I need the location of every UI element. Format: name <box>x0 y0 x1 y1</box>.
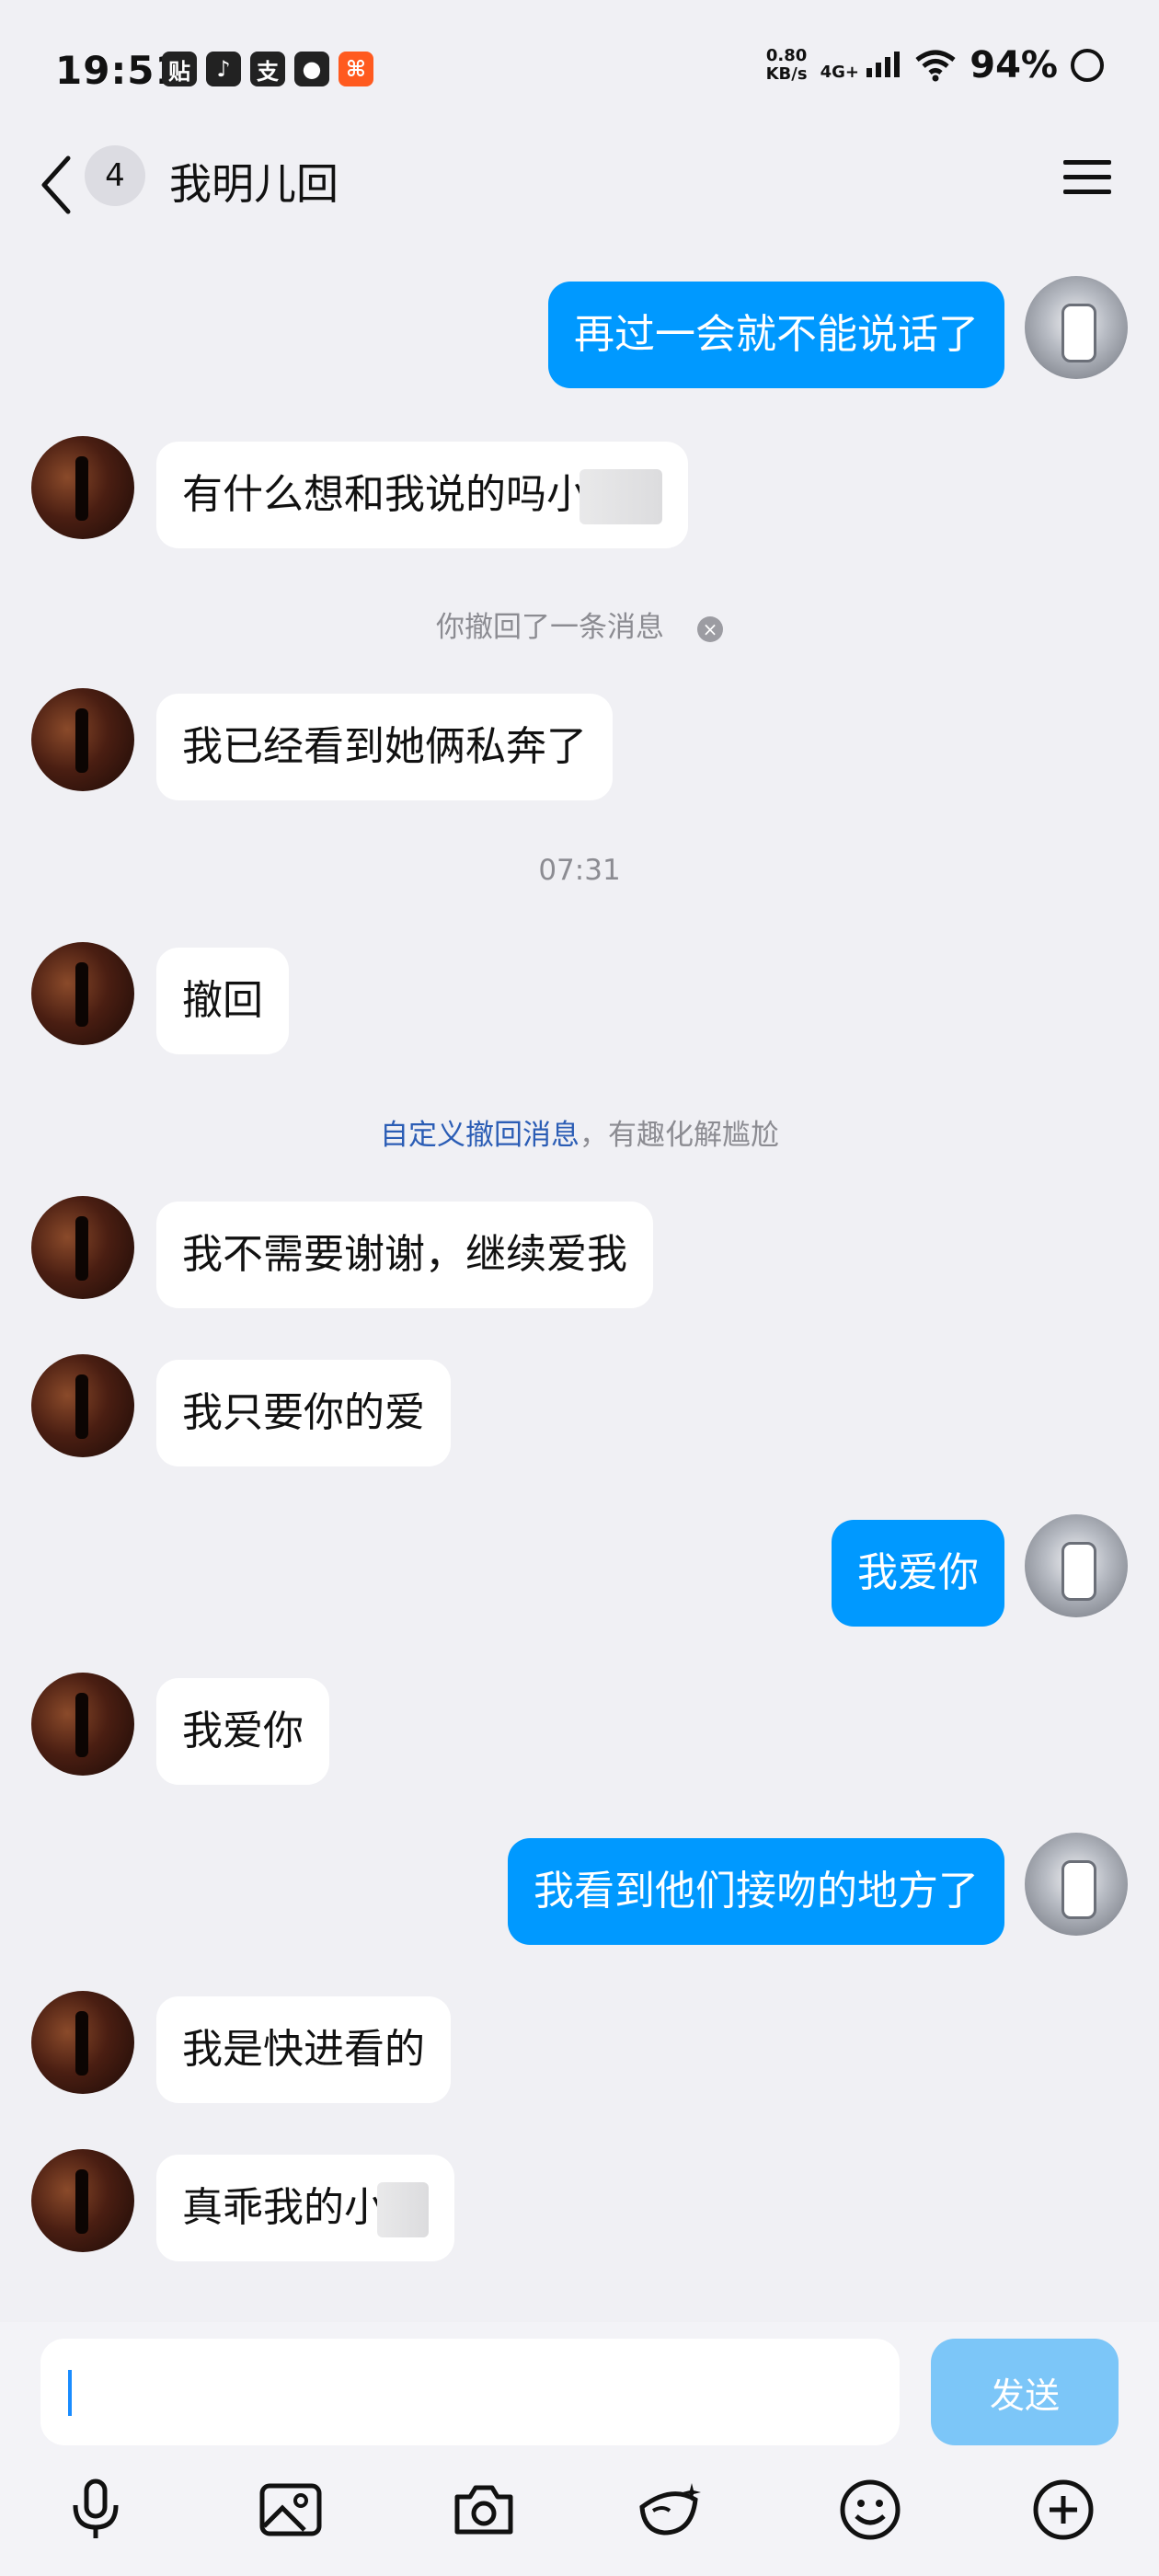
battery-icon <box>1071 49 1104 82</box>
signal-label: 4G+ <box>820 62 859 82</box>
battery-percentage: 94% <box>970 44 1058 86</box>
recall-notice: 你撤回了一条消息 × <box>0 604 1159 645</box>
contact-avatar[interactable] <box>31 2149 134 2252</box>
contact-avatar[interactable] <box>31 1196 134 1299</box>
message-bubble-outgoing[interactable]: 我看到他们接吻的地方了 <box>508 1838 1004 1945</box>
text-caret <box>68 2370 72 2416</box>
my-avatar[interactable] <box>1025 1833 1128 1936</box>
message-bubble-incoming[interactable]: 有什么想和我说的吗小 <box>156 442 688 548</box>
back-arrow-icon[interactable] <box>37 153 74 217</box>
close-icon[interactable]: × <box>697 615 723 642</box>
message-bubble-incoming[interactable]: 我爱你 <box>156 1678 329 1785</box>
status-bar: 19:51 贴 ♪ 支 ● ⌘ 0.80 KB/s 4G+ 94% <box>0 0 1159 138</box>
custom-recall-tip-text: ，有趣化解尴尬 <box>580 1119 779 1152</box>
message-input[interactable] <box>40 2339 900 2445</box>
emoji-icon[interactable] <box>833 2473 907 2547</box>
my-avatar[interactable] <box>1025 276 1128 379</box>
message-bubble-outgoing[interactable]: 再过一会就不能说话了 <box>548 282 1004 388</box>
tieba-app-icon: 贴 <box>162 52 197 86</box>
net-speed-unit: KB/s <box>765 64 808 84</box>
recall-notice-text: 你撤回了一条消息 <box>436 611 664 644</box>
message-bubble-incoming[interactable]: 我是快进看的 <box>156 1996 451 2103</box>
taobao-app-icon: ⌘ <box>339 52 373 86</box>
contact-avatar[interactable] <box>31 942 134 1045</box>
custom-recall-tip: 自定义撤回消息，有趣化解尴尬 <box>0 1111 1159 1153</box>
contact-avatar[interactable] <box>31 1991 134 2094</box>
message-bubble-outgoing[interactable]: 我爱你 <box>832 1520 1004 1627</box>
plus-icon[interactable] <box>1027 2473 1100 2547</box>
net-speed-value: 0.80 <box>765 46 808 65</box>
message-bubble-incoming[interactable]: 撤回 <box>156 948 289 1054</box>
message-text: 有什么想和我说的吗小 <box>182 471 587 518</box>
masked-text-fragment <box>377 2182 429 2237</box>
contact-avatar[interactable] <box>31 1673 134 1776</box>
contact-avatar[interactable] <box>31 436 134 539</box>
wechat-app-icon: ● <box>294 52 329 86</box>
timestamp: 07:31 <box>538 854 621 887</box>
my-avatar[interactable] <box>1025 1514 1128 1617</box>
contact-avatar[interactable] <box>31 688 134 791</box>
alipay-app-icon: 支 <box>250 52 285 86</box>
message-bubble-incoming[interactable]: 我已经看到她俩私奔了 <box>156 694 613 800</box>
masked-text-fragment <box>580 469 662 524</box>
message-bubble-incoming[interactable]: 我不需要谢谢，继续爱我 <box>156 1202 653 1308</box>
camera-icon[interactable] <box>447 2473 521 2547</box>
menu-icon[interactable] <box>1063 158 1111 195</box>
message-bubble-incoming[interactable]: 我只要你的爱 <box>156 1360 451 1466</box>
contact-avatar[interactable] <box>31 1354 134 1457</box>
image-icon[interactable] <box>254 2473 327 2547</box>
custom-recall-link[interactable]: 自定义撤回消息 <box>380 1119 580 1152</box>
send-button[interactable]: 发送 <box>931 2339 1119 2445</box>
signal-4g-icon: 4G+ <box>820 50 902 82</box>
net-speed: 0.80 KB/s <box>766 47 808 84</box>
unread-count-badge[interactable]: 4 <box>85 145 145 206</box>
microphone-icon[interactable] <box>59 2473 132 2547</box>
notification-icons: 贴 ♪ 支 ● ⌘ <box>162 52 373 86</box>
tiktok-app-icon: ♪ <box>206 52 241 86</box>
chat-title[interactable]: 我明儿回 <box>169 151 339 212</box>
message-text: 真乖我的小 <box>182 2184 384 2231</box>
mask-icon[interactable] <box>635 2473 708 2547</box>
wifi-icon <box>915 50 956 82</box>
message-bubble-incoming[interactable]: 真乖我的小 <box>156 2155 454 2261</box>
status-indicators: 0.80 KB/s 4G+ 94% <box>766 44 1104 86</box>
